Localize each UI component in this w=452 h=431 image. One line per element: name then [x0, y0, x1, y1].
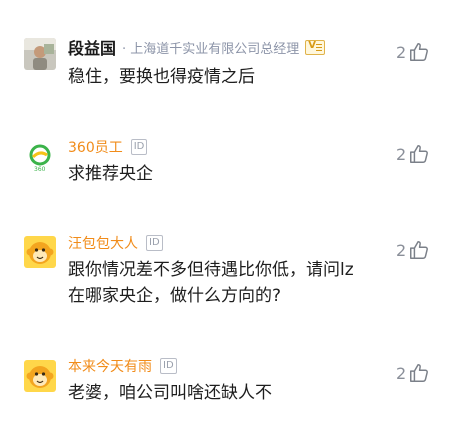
verified-badge-icon: V [305, 39, 326, 55]
user-name[interactable]: 段益国 [68, 35, 116, 59]
comment-text: 稳住，要换也得疫情之后 [68, 67, 255, 87]
user-name[interactable]: 本来今天有雨 [68, 356, 152, 376]
id-badge: ID [160, 358, 177, 374]
user-name[interactable]: 360员工 [68, 137, 123, 157]
avatar[interactable] [24, 360, 56, 392]
comment-text: 求推荐央企 [68, 164, 153, 184]
like-count: 2 [396, 240, 407, 260]
svg-text:360: 360 [34, 166, 46, 173]
thumbs-up-icon [410, 364, 429, 382]
like-button[interactable]: 2 [396, 142, 430, 166]
thumbs-up-icon [410, 43, 429, 61]
comment-text: 跟你情况差不多但待遇比你低，请问lz 在哪家央企，做什么方向的? [68, 260, 354, 306]
id-badge: ID [130, 139, 148, 155]
user-title: · 上海道千实业有限公司总经理 [122, 41, 300, 57]
like-button[interactable]: 2 [396, 238, 430, 262]
thumbs-up-icon [410, 241, 429, 259]
photo-avatar-icon [24, 38, 56, 70]
like-button[interactable]: 2 [396, 361, 430, 385]
avatar[interactable]: 360 [24, 142, 56, 174]
like-count: 2 [396, 42, 407, 62]
360-logo-avatar-icon: 360 [29, 144, 51, 173]
comment-text: 老婆，咱公司叫啥还缺人不 [68, 383, 272, 403]
comment-header: 汪包包大人 ID [68, 232, 163, 254]
user-name[interactable]: 汪包包大人 [68, 233, 138, 253]
comment-header: 本来今天有雨 ID [68, 355, 177, 377]
like-button[interactable]: 2 [396, 40, 430, 64]
like-count: 2 [396, 144, 407, 164]
avatar[interactable] [24, 38, 56, 70]
id-badge: ID [146, 235, 163, 251]
comment-header: 段益国 · 上海道千实业有限公司总经理 V [68, 35, 326, 59]
monkey-avatar-icon [24, 360, 56, 392]
avatar[interactable] [24, 236, 56, 268]
comment-header: 360员工 ID [68, 136, 148, 158]
monkey-avatar-icon [24, 236, 56, 268]
thumbs-up-icon [410, 145, 429, 163]
like-count: 2 [396, 363, 407, 383]
